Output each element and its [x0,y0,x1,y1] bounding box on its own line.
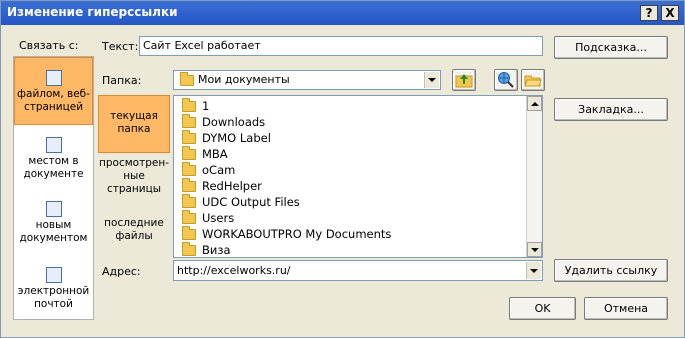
remove-link-button[interactable]: Удалить ссылку [554,259,668,282]
email-icon [45,267,62,283]
place-in-document-icon [45,137,62,153]
close-button[interactable]: X [661,5,679,21]
file-list[interactable]: 1 Downloads DYMO Label MBA oCam RedHelpe… [173,95,543,258]
place-line2: ные [123,170,145,182]
title-bar: Изменение гиперссылки ? X [1,1,684,25]
dialog-title: Изменение гиперссылки [7,5,178,19]
chevron-down-icon[interactable] [424,72,439,88]
address-label: Адрес: [102,265,141,278]
scroll-down-button[interactable] [527,242,542,257]
folder-icon [182,146,196,160]
file-name: oCam [202,163,236,177]
scroll-up-button[interactable] [527,96,542,111]
link-item-line2: документе [23,168,84,180]
help-button[interactable]: ? [640,5,658,21]
file-name: MBA [202,147,228,161]
link-with-bar: файлом, веб- страницей местом в документ… [13,56,94,320]
place-line2: папка [117,123,151,135]
file-name: Users [202,211,235,225]
place-line1: последние [104,217,164,229]
list-item[interactable]: UDC Output Files [180,194,300,210]
place-line1: просмотрен- [99,157,169,169]
link-item-line2: страницей [23,101,84,113]
list-item[interactable]: Виза [180,242,231,257]
folder-icon [182,162,196,176]
file-name: UDC Output Files [202,195,300,209]
text-label: Текст: [102,40,139,53]
file-name: Виза [202,243,231,257]
link-with-new-document[interactable]: новым документом [14,197,93,249]
link-item-line1: электронной [17,285,90,297]
hyperlink-dialog: Изменение гиперссылки ? X Связать с: фай… [0,0,685,338]
file-name: Downloads [202,115,266,129]
new-document-icon [45,201,62,217]
list-item[interactable]: 1 [180,98,209,114]
link-with-place-in-document[interactable]: местом в документе [14,133,93,185]
globe-search-icon [498,72,514,88]
file-name: 1 [202,99,210,113]
bookmark-button[interactable]: Закладка... [554,98,668,121]
link-with-file-web[interactable]: файлом, веб- страницей [14,57,93,125]
folder-label: Папка: [102,74,142,87]
address-combobox[interactable]: http://excelworks.ru/ [173,260,543,281]
scroll-up-icon [530,101,539,106]
folder-select[interactable]: Мои документы [173,70,441,90]
place-recent-files[interactable]: последние файлы [98,215,170,249]
list-item[interactable]: Users [180,210,234,226]
chevron-down-icon[interactable] [526,262,541,279]
file-name: WORKABOUTPRO My Documents [202,227,392,241]
file-name: DYMO Label [202,131,271,145]
list-item[interactable]: RedHelper [180,178,262,194]
folder-icon [182,178,196,192]
file-list-scrollbar[interactable] [526,96,542,257]
up-folder-button[interactable] [452,69,476,91]
place-line3: страницы [106,183,162,195]
folder-icon [180,72,194,86]
link-item-line1: новым [35,219,72,231]
text-input[interactable]: Сайт Excel работает [139,36,543,56]
folder-icon [182,114,196,128]
list-item[interactable]: DYMO Label [180,130,271,146]
link-item-line2: документом [19,232,88,244]
place-line2: файлы [115,230,153,242]
up-folder-icon [455,74,473,88]
link-item-line1: файлом, веб- [17,88,90,100]
folder-icon [182,194,196,208]
place-line1: текущая [110,110,158,122]
cancel-button[interactable]: Отмена [584,297,668,320]
link-item-line1: местом в [28,155,79,167]
list-item[interactable]: Downloads [180,114,265,130]
folder-icon [182,242,196,256]
list-item[interactable]: WORKABOUTPRO My Documents [180,226,391,242]
link-with-email[interactable]: электронной почтой [14,263,93,317]
folder-icon [182,130,196,144]
file-name: RedHelper [202,179,262,193]
link-with-label: Связать с: [19,39,79,52]
address-input[interactable]: http://excelworks.ru/ [177,264,291,277]
link-item-line2: почтой [34,298,73,310]
list-item[interactable]: MBA [180,146,228,162]
ok-button[interactable]: OK [509,297,576,320]
place-current-folder[interactable]: текущая папка [98,95,170,153]
folder-value: Мои документы [198,73,290,86]
open-folder-icon [524,75,542,87]
screentip-button[interactable]: Подсказка... [554,36,668,59]
list-item[interactable]: oCam [180,162,235,178]
folder-icon [182,98,196,112]
web-page-icon [45,70,62,86]
place-browsed-pages[interactable]: просмотрен- ные страницы [98,155,170,203]
browse-file-button[interactable] [521,69,545,91]
browse-web-button[interactable] [494,69,518,91]
places-bar: текущая папка просмотрен- ные страницы п… [98,95,170,250]
folder-icon [182,226,196,240]
scroll-down-icon [530,247,539,252]
folder-icon [182,210,196,224]
